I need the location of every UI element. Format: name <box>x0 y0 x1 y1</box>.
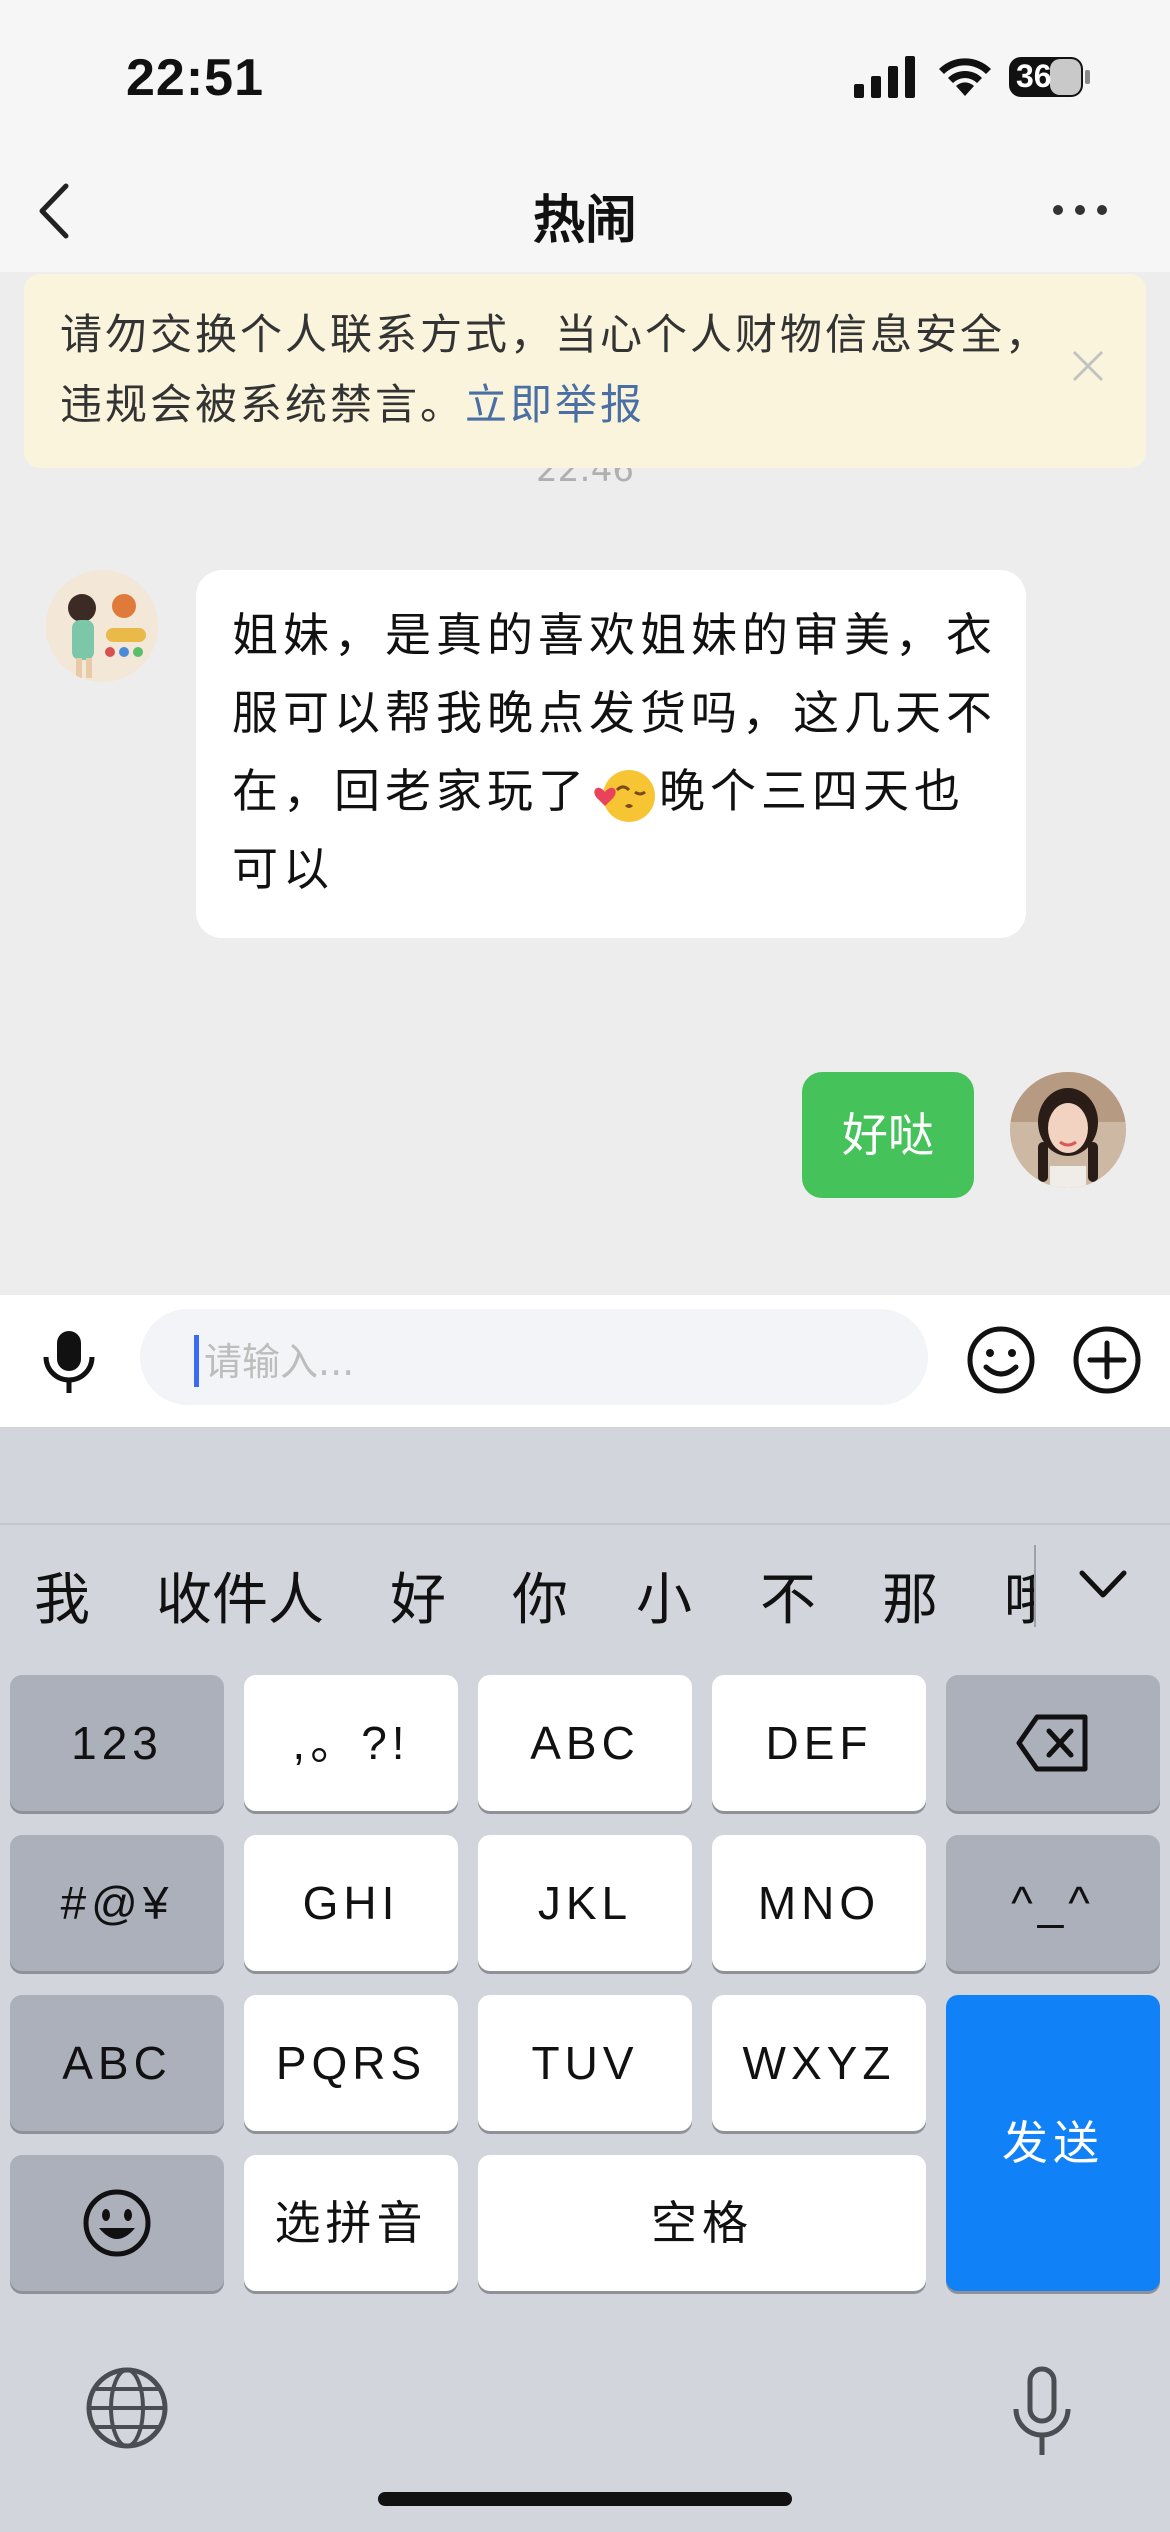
status-time: 22:51 <box>126 49 264 107</box>
cellular-signal-icon <box>854 56 915 98</box>
contact-avatar[interactable] <box>46 570 158 682</box>
key-tuv[interactable]: TUV <box>478 1995 692 2131</box>
candidate-word[interactable]: 你 <box>512 1555 568 1636</box>
key-pqrs[interactable]: PQRS <box>244 1995 458 2131</box>
home-indicator <box>378 2492 792 2506</box>
chat-title: 热闹 <box>532 191 637 251</box>
key-jkl[interactable]: JKL <box>478 1835 692 1971</box>
candidate-word[interactable]: 收件人 <box>156 1555 324 1636</box>
candidate-word[interactable]: 哦 <box>1004 1555 1034 1625</box>
candidate-word[interactable]: 那 <box>882 1555 938 1636</box>
more-options-icon[interactable] <box>1050 190 1110 230</box>
notice-text-block: 请勿交换个人联系方式，当心个人财物信息安全，违规会被系统禁言。立即举报 <box>60 300 1060 440</box>
message-input-bar: 请输入... <box>0 1295 1170 1427</box>
battery-icon: 36 <box>1008 56 1092 98</box>
candidate-bar: 我 收件人 好 你 小 不 那 哦 <box>0 1523 1170 1641</box>
battery-level: 36 <box>1016 58 1052 94</box>
candidate-overflow: 哦 <box>1004 1555 1034 1625</box>
candidate-word[interactable]: 好 <box>390 1555 446 1636</box>
backspace-icon <box>1016 1714 1088 1772</box>
winking-kiss-emoji-icon <box>594 769 655 822</box>
key-symbols[interactable]: #@¥ <box>10 1835 224 1971</box>
outgoing-message-bubble[interactable]: 好哒 <box>802 1072 974 1198</box>
send-button[interactable]: 发送 <box>946 1995 1160 2291</box>
voice-input-icon[interactable] <box>38 1327 100 1397</box>
close-icon[interactable] <box>1068 346 1108 386</box>
message-input[interactable]: 请输入... <box>140 1309 928 1405</box>
user-avatar[interactable] <box>1010 1072 1126 1188</box>
plus-icon[interactable] <box>1072 1325 1142 1395</box>
candidate-word[interactable]: 不 <box>760 1555 816 1636</box>
key-123[interactable]: 123 <box>10 1675 224 1811</box>
incoming-message-bubble[interactable]: 姐妹，是真的喜欢姐妹的审美，衣服可以帮我晚点发货吗，这几天不在，回老家玩了 晚个… <box>196 570 1026 938</box>
key-emoji[interactable] <box>10 2155 224 2291</box>
key-punctuation[interactable]: ,。?! <box>244 1675 458 1811</box>
key-abc-switch[interactable]: ABC <box>10 1995 224 2131</box>
key-space[interactable]: 空格 <box>478 2155 926 2291</box>
incoming-message-text: 姐妹，是真的喜欢姐妹的审美，衣服可以帮我晚点发货吗，这几天不在，回老家玩了 晚个… <box>232 596 1002 908</box>
key-select-pinyin[interactable]: 选拼音 <box>244 2155 458 2291</box>
keyboard: 我 收件人 好 你 小 不 那 哦 123 ,。?! ABC DEF #@¥ G… <box>0 1427 1170 2532</box>
key-emoticon[interactable]: ^_^ <box>946 1835 1160 1971</box>
key-def[interactable]: DEF <box>712 1675 926 1811</box>
candidate-word[interactable]: 小 <box>636 1555 692 1636</box>
status-bar: 22:51 36 <box>0 0 1170 150</box>
message-list[interactable]: 22:46 请勿交换个人联系方式，当心个人财物信息安全，违规会被系统禁言。立即举… <box>0 272 1170 1295</box>
wifi-icon <box>939 58 991 96</box>
emoji-picker-icon[interactable] <box>966 1325 1036 1395</box>
key-abc[interactable]: ABC <box>478 1675 692 1811</box>
candidate-divider <box>1034 1545 1036 1627</box>
text-caret <box>194 1335 199 1387</box>
nav-bar: 热闹 <box>0 150 1170 272</box>
globe-icon[interactable] <box>84 2365 170 2451</box>
smiley-icon <box>83 2189 151 2257</box>
dictation-mic-icon[interactable] <box>1010 2365 1074 2461</box>
chat-screen: 22:51 36 热闹 22:46 请勿交换个人联系方式，当心个人财物信息安全，… <box>0 0 1170 2532</box>
input-placeholder: 请输入... <box>204 1340 355 1384</box>
key-ghi[interactable]: GHI <box>244 1835 458 1971</box>
safety-notice-banner: 请勿交换个人联系方式，当心个人财物信息安全，违规会被系统禁言。立即举报 <box>24 274 1146 468</box>
report-link[interactable]: 立即举报 <box>465 380 645 429</box>
candidate-word[interactable]: 我 <box>34 1555 90 1636</box>
key-mno[interactable]: MNO <box>712 1835 926 1971</box>
chevron-down-icon[interactable] <box>1076 1565 1130 1605</box>
key-wxyz[interactable]: WXYZ <box>712 1995 926 2131</box>
key-backspace[interactable] <box>946 1675 1160 1811</box>
